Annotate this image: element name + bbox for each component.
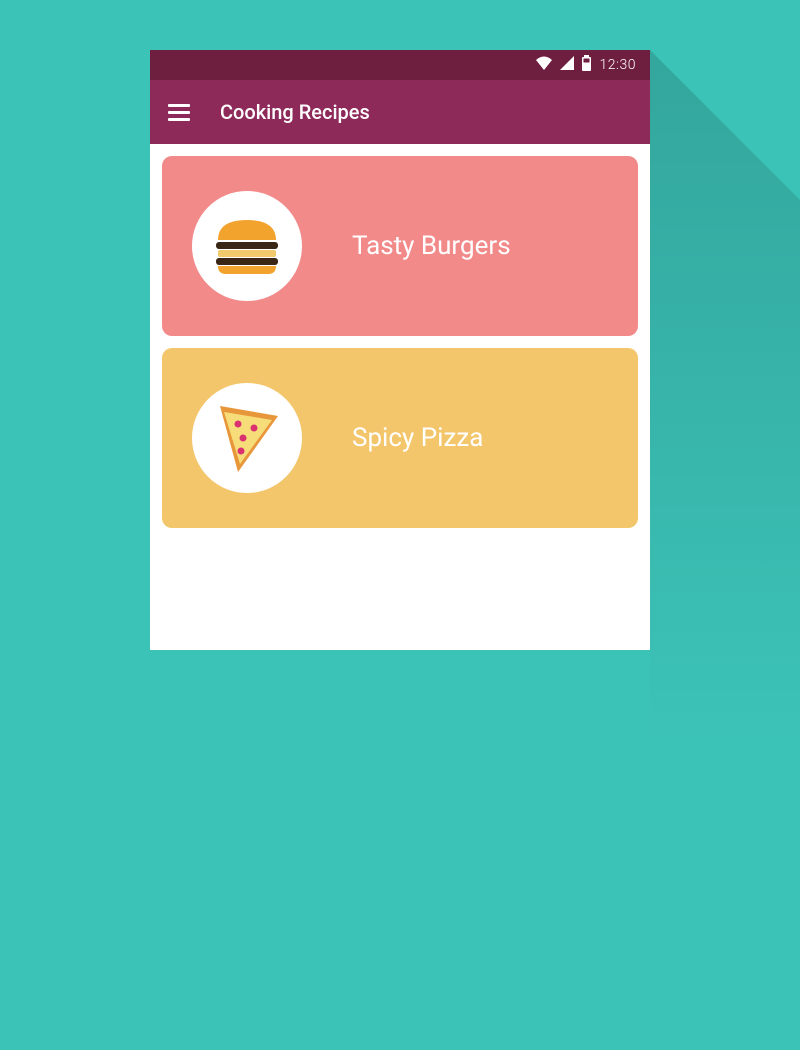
card-label: Tasty Burgers — [352, 231, 511, 261]
phone-frame: 12:30 Cooking Recipes Tasty Burgers — [150, 50, 650, 650]
cellular-icon — [560, 56, 574, 74]
app-bar: Cooking Recipes — [150, 80, 650, 144]
pizza-icon — [192, 383, 302, 493]
content-list: Tasty Burgers Spicy Pizza — [150, 144, 650, 540]
app-title: Cooking Recipes — [220, 100, 370, 124]
burger-icon — [192, 191, 302, 301]
status-bar: 12:30 — [150, 50, 650, 80]
wifi-icon — [536, 56, 552, 74]
recipe-card-burgers[interactable]: Tasty Burgers — [162, 156, 638, 336]
status-time: 12:30 — [599, 57, 636, 73]
card-label: Spicy Pizza — [352, 423, 483, 453]
menu-icon[interactable] — [168, 104, 190, 121]
battery-icon — [582, 55, 591, 75]
recipe-card-pizza[interactable]: Spicy Pizza — [162, 348, 638, 528]
